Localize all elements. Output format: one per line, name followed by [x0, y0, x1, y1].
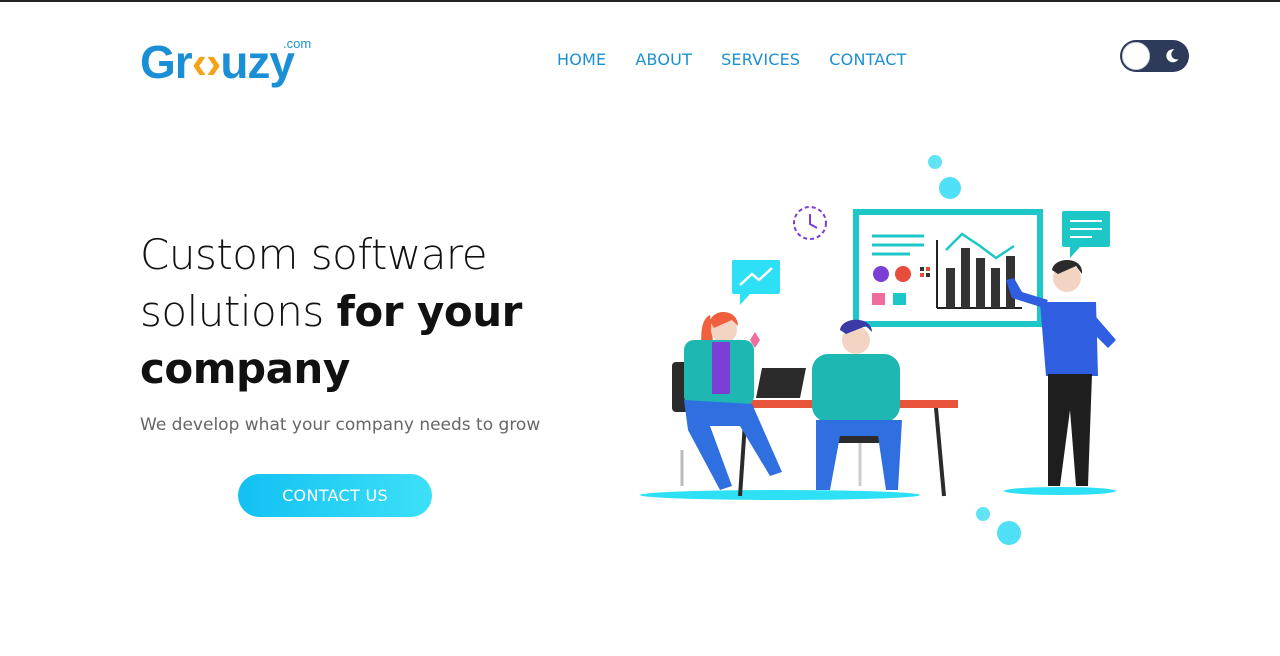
brand-logo[interactable]: Gr‹›uzy .com — [140, 36, 320, 96]
logo-tld: .com — [283, 36, 312, 51]
hero-headline: Custom software solutions for your compa… — [140, 226, 560, 397]
nav-home[interactable]: HOME — [557, 50, 606, 70]
moon-icon — [1166, 49, 1179, 63]
team-meeting-illustration — [640, 155, 1116, 545]
main-nav: HOME ABOUT SERVICES CONTACT — [557, 50, 936, 70]
nav-about[interactable]: ABOUT — [635, 50, 692, 70]
theme-toggle[interactable] — [1120, 40, 1189, 72]
hero-subtitle: We develop what your company needs to gr… — [140, 415, 541, 435]
toggle-knob — [1122, 42, 1150, 70]
nav-contact[interactable]: CONTACT — [829, 50, 906, 70]
nav-services[interactable]: SERVICES — [721, 50, 800, 70]
contact-us-button[interactable]: CONTACT US — [238, 474, 432, 517]
landing-page: Gr‹›uzy .com HOME ABOUT SERVICES CONTACT… — [0, 0, 1280, 656]
logo-wordmark: Gr‹›uzy — [140, 36, 295, 88]
